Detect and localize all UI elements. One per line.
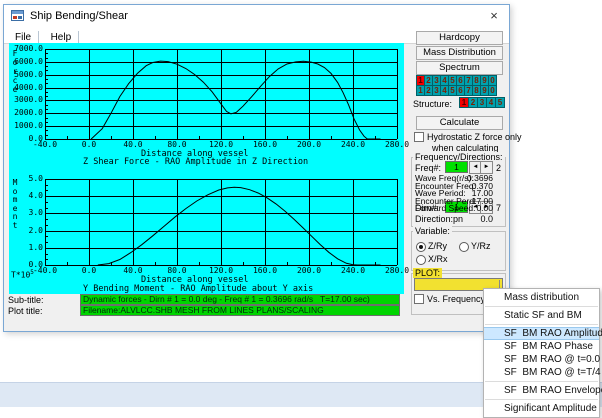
subtitle-field[interactable]: Dynamic forces - Dirn # 1 = 0.0 deg - Fr… <box>80 294 400 305</box>
context-menu-item-sf-bm-rao-t-0-0[interactable]: SF BM RAO @ t=0.0 <box>484 353 600 366</box>
bending-moment-plot-xtick: 80.0 <box>167 266 187 275</box>
spectrum-cell-r2-1[interactable]: 1 <box>416 85 425 96</box>
bending-moment-plot-xtick: 160.0 <box>252 266 278 275</box>
shear-force-plot-ylabel: F o r c e <box>12 49 18 94</box>
plot-panel: 7000.0 6000.0 5000.0 4000.0 3000.0 2000.0 1000… <box>9 43 409 294</box>
spectrum-cell-r2-6[interactable]: 6 <box>457 85 465 96</box>
structure-cell-1[interactable]: 1 <box>459 97 469 108</box>
spectrum-cell-r2-2[interactable]: 2 <box>425 85 433 96</box>
variable-group-label: Variable: <box>413 226 452 236</box>
context-menu-item-sf-bm-rao-amplitude[interactable]: SF BM RAO Amplitude <box>484 327 602 340</box>
bending-moment-plot-xtick: 0.0 <box>81 266 97 275</box>
variable-radio-label-1: Y/Rz <box>471 241 491 251</box>
app-icon <box>11 10 24 21</box>
bending-moment-plot-xtick: 40.0 <box>123 266 143 275</box>
bending-moment-plot-ylabel: M o m e n t <box>12 178 18 230</box>
plot-title-label: Plot title: <box>8 306 43 316</box>
bending-moment-plot-title: Y Bending Moment - RAO Amplitude about Y… <box>83 284 314 294</box>
shear-force-plot-xtick: 240.0 <box>340 140 366 149</box>
structure-cell-3[interactable]: 3 <box>478 97 487 108</box>
variable-radio-zry[interactable] <box>416 242 426 252</box>
shear-force-plot-xtick: 120.0 <box>208 140 234 149</box>
vs-frequency-checkbox[interactable] <box>414 294 424 304</box>
shear-force-plot-xtick: 160.0 <box>252 140 278 149</box>
plot-title-field[interactable]: Filename:ALVLCC.SHB MESH FROM LINES PLAN… <box>80 305 400 316</box>
hydrostatic-checkbox[interactable] <box>414 132 424 142</box>
plot-group-label: PLOT: <box>413 268 443 278</box>
spectrum-button[interactable]: Spectrum <box>416 61 503 75</box>
menu-separator <box>485 324 598 325</box>
context-menu-item-sf-bm-rao-envelope[interactable]: SF BM RAO Envelope <box>484 384 602 397</box>
variable-radio-yrz[interactable] <box>459 242 469 252</box>
structure-cell-5[interactable]: 5 <box>496 97 505 108</box>
freq-max-value: 2 <box>496 163 502 173</box>
shear-force-plot-xtick: 200.0 <box>296 140 322 149</box>
shear-force-plot-ytick: 1000.0 <box>14 121 43 131</box>
unit-exponent: 5 <box>30 269 34 276</box>
shear-force-plot-title: Z Shear Force - RAO Amplitude in Z Direc… <box>83 157 309 167</box>
freq-number-label: Freq#: <box>415 163 442 173</box>
shear-force-plot-xtick: 40.0 <box>123 140 143 149</box>
shear-force-plot-xtick: 0.0 <box>81 140 97 149</box>
spectrum-cell-r2-8[interactable]: 8 <box>473 85 481 96</box>
bending-moment-plot-ytick: 1.0 <box>28 242 43 252</box>
bending-moment-plot-xtick: 240.0 <box>340 266 366 275</box>
spectrum-cell-r2-5[interactable]: 5 <box>449 85 457 96</box>
shear-force-plot-xtick: -40.0 <box>32 140 58 149</box>
context-menu-item-sf-bm-rao-t-t-4[interactable]: SF BM RAO @ t=T/4 <box>484 366 601 379</box>
shear-force-plot-ytick: 3000.0 <box>14 95 43 105</box>
plot-context-menu: Mass distribution Static SF and BM SF BM R… <box>483 288 602 418</box>
context-menu-item-significant-amplitude[interactable]: Significant Amplitude <box>484 402 599 415</box>
title-bar: Ship Bending/Shear × <box>4 5 509 27</box>
calculate-button[interactable]: Calculate <box>416 116 503 130</box>
variable-group <box>411 231 506 271</box>
menu-separator <box>485 381 598 382</box>
dirn-max-value: 7 <box>496 203 502 213</box>
spectrum-cell-r2-7[interactable]: 7 <box>465 85 473 96</box>
charts-svg <box>45 49 398 266</box>
menu-separator <box>485 306 598 307</box>
bending-moment-plot-xtick: 200.0 <box>296 266 322 275</box>
variable-radio-label-2: X/Rx <box>428 254 448 264</box>
shear-force-plot-ytick: 2000.0 <box>14 108 43 118</box>
vs-frequency-label: Vs. Frequency <box>427 294 486 304</box>
direction-value: 0.0 <box>480 214 493 224</box>
shear-force-plot-xtick: 80.0 <box>167 140 187 149</box>
menu-separator <box>485 399 598 400</box>
context-menu-item-mass-distribution[interactable]: Mass distribution <box>484 291 599 304</box>
spectrum-cell-r2-3[interactable]: 3 <box>433 85 441 96</box>
unit-base: T*10 <box>11 270 31 280</box>
shear-force-plot-xtick: 280.0 <box>384 140 410 149</box>
close-icon[interactable]: × <box>485 7 503 24</box>
spectrum-cell-r2-4[interactable]: 4 <box>441 85 449 96</box>
freq-number-value: 1 <box>445 161 468 173</box>
structure-cells: 12345 <box>459 97 505 108</box>
fd-row-value-4: 0.00 <box>476 203 493 214</box>
mass-distribution-button[interactable]: Mass Distribution <box>416 46 503 60</box>
window-title: Ship Bending/Shear <box>30 10 128 22</box>
structure-cell-2[interactable]: 2 <box>469 97 478 108</box>
subtitle-label: Sub-title: <box>8 295 44 305</box>
hydrostatic-checkbox-label: Hydrostatic Z force only <box>427 132 522 142</box>
bending-moment-plot-xtick: 120.0 <box>208 266 234 275</box>
hardcopy-button[interactable]: Hardcopy <box>416 31 503 45</box>
bending-moment-plot-xtick: 280.0 <box>384 266 410 275</box>
spectrum-cell-r2-10[interactable]: 0 <box>489 85 497 96</box>
bending-moment-plot-curve <box>97 186 381 266</box>
variable-radio-label-0: Z/Ry <box>428 241 447 251</box>
spectrum-grid-row2: 1234567890 <box>416 85 497 96</box>
app-window: Ship Bending/Shear × File Help 7000.0 600… <box>3 4 522 332</box>
structure-label: Structure: <box>413 99 453 109</box>
spectrum-cell-r2-9[interactable]: 9 <box>481 85 489 96</box>
structure-cell-4[interactable]: 4 <box>487 97 496 108</box>
context-menu-item-static-sf-and-bm[interactable]: Static SF and BM <box>484 309 599 322</box>
context-menu-item-sf-bm-rao-phase[interactable]: SF BM RAO Phase <box>484 340 599 353</box>
variable-radio-xrx[interactable] <box>416 255 426 265</box>
bending-moment-plot-unit-label: T*105 <box>11 268 34 280</box>
